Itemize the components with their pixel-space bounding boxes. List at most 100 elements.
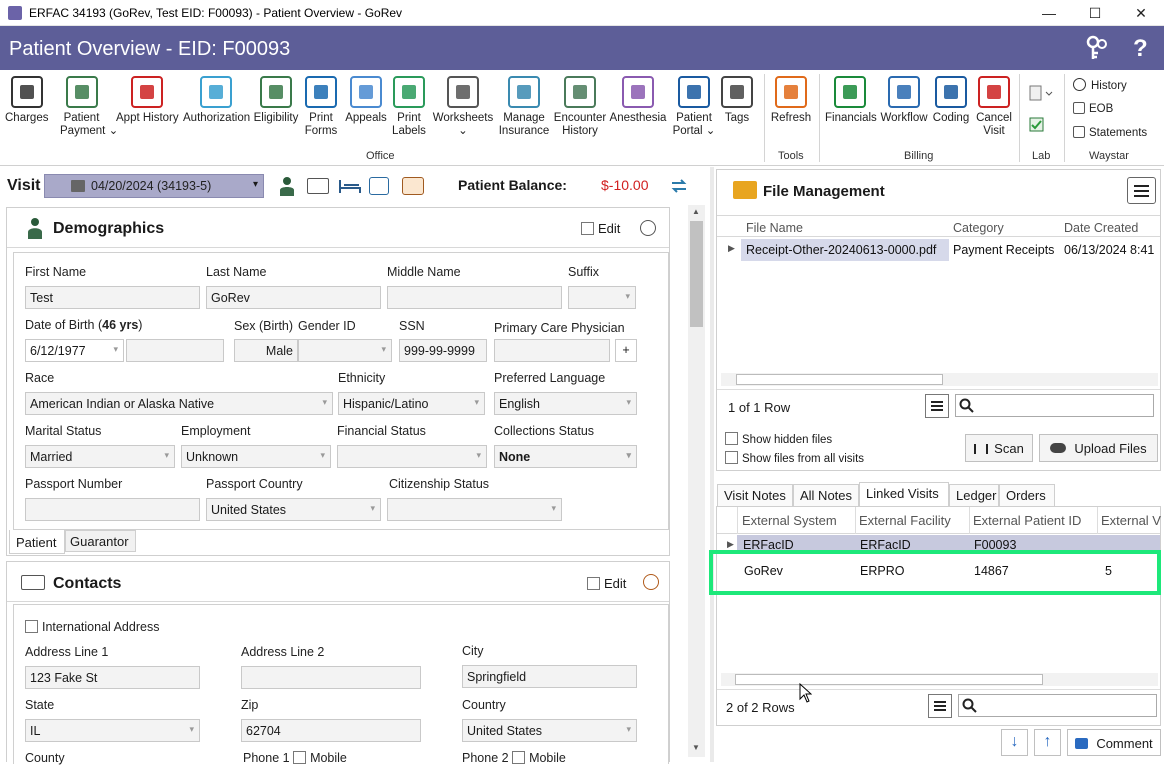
col-external-facility[interactable]: External Facility <box>859 513 951 528</box>
waystar-statements[interactable]: Statements <box>1073 126 1147 139</box>
ribbon-button-print-forms[interactable]: Print Forms <box>301 76 341 138</box>
ethnicity-select[interactable]: Hispanic/Latino <box>338 392 485 415</box>
ribbon-button-tags[interactable]: Tags <box>719 76 755 125</box>
dob-time-stepper[interactable] <box>126 339 224 362</box>
col-date-created[interactable]: Date Created <box>1064 221 1138 235</box>
passport-field[interactable] <box>25 498 200 521</box>
scrollbar-thumb[interactable] <box>690 221 703 327</box>
tab-visit-notes[interactable]: Visit Notes <box>717 484 793 506</box>
help-icon[interactable]: ? <box>1133 35 1148 63</box>
ribbon-button-eligibility[interactable]: Eligibility <box>252 76 300 125</box>
move-down-button[interactable]: ↓ <box>1001 729 1028 756</box>
tab-ledger[interactable]: Ledger <box>949 484 999 506</box>
col-external-system[interactable]: External System <box>742 513 837 528</box>
grid-menu-icon[interactable] <box>925 394 949 418</box>
col-external-patient-id[interactable]: External Patient ID <box>973 513 1081 528</box>
id-card-icon[interactable] <box>307 178 329 194</box>
city-field[interactable]: Springfield <box>462 665 637 688</box>
file-hscroll[interactable] <box>721 373 1158 386</box>
demographics-edit-toggle[interactable]: Edit <box>581 221 620 236</box>
show-all-checkbox[interactable] <box>725 451 738 464</box>
phone2-mobile-checkbox[interactable] <box>512 751 526 764</box>
edit-checkbox[interactable] <box>587 577 600 590</box>
tab-all-notes[interactable]: All Notes <box>793 484 859 506</box>
left-scrollbar[interactable]: ▲ ▼ <box>688 205 705 757</box>
close-button[interactable]: ✕ <box>1118 0 1164 26</box>
pane-splitter[interactable] <box>710 167 714 762</box>
ribbon-button-authorization[interactable]: Authorization <box>183 76 250 125</box>
hamburger-menu-icon[interactable] <box>1127 177 1156 204</box>
dob-field[interactable]: 6/12/1977 <box>25 339 124 362</box>
history-clock-icon[interactable] <box>640 220 656 236</box>
lab-check-icon[interactable] <box>1028 116 1048 134</box>
linked-hscroll[interactable] <box>721 673 1158 686</box>
scan-button[interactable]: Scan <box>965 434 1033 462</box>
ribbon-button-worksheets[interactable]: Worksheets ⌄ <box>432 76 494 138</box>
gender-select[interactable] <box>298 339 392 362</box>
collections-select[interactable]: None <box>494 445 637 468</box>
citizenship-select[interactable] <box>387 498 562 521</box>
comment-button[interactable]: Comment <box>1067 729 1161 756</box>
race-select[interactable]: American Indian or Alaska Native <box>25 392 333 415</box>
phone1-mobile-checkbox[interactable] <box>293 751 307 764</box>
ribbon-button-charges[interactable]: Charges <box>5 76 48 125</box>
ribbon-button-anesthesia[interactable]: Anesthesia <box>609 76 667 125</box>
ribbon-button-patient-portal[interactable]: Patient Portal ⌄ <box>670 76 718 138</box>
file-search-input[interactable] <box>955 394 1154 417</box>
move-up-button[interactable]: ↑ <box>1034 729 1061 756</box>
ribbon-button-patient-payment[interactable]: Patient Payment ⌄ <box>60 76 118 138</box>
sync-icon[interactable] <box>669 176 689 196</box>
upload-files-button[interactable]: Upload Files <box>1039 434 1158 462</box>
ribbon-button-financials[interactable]: Financials <box>825 76 877 125</box>
show-all-visits-toggle[interactable]: Show files from all visits <box>725 451 864 465</box>
ribbon-button-appt-history[interactable]: Appt History <box>116 76 179 125</box>
ribbon-button-manage-insurance[interactable]: Manage Insurance <box>498 76 550 138</box>
pcp-field[interactable] <box>494 339 610 362</box>
contacts-edit-toggle[interactable]: Edit <box>587 576 626 591</box>
linked-search-input[interactable] <box>958 694 1157 717</box>
lab-doc-icon[interactable] <box>1028 84 1054 102</box>
grid-menu-icon[interactable] <box>928 694 952 718</box>
employment-select[interactable]: Unknown <box>181 445 331 468</box>
financial-select[interactable] <box>337 445 487 468</box>
state-select[interactable]: IL <box>25 719 200 742</box>
file-category-cell[interactable]: Payment Receipts <box>953 243 1054 257</box>
ribbon-button-refresh[interactable]: Refresh <box>769 76 813 125</box>
suffix-select[interactable] <box>568 286 636 309</box>
history-clock-icon[interactable] <box>643 574 659 590</box>
expand-row-icon[interactable]: ▶ <box>727 539 734 550</box>
international-checkbox[interactable] <box>25 620 38 633</box>
users-key-icon[interactable] <box>1084 34 1110 69</box>
wallet-icon[interactable] <box>402 177 424 195</box>
tab-orders[interactable]: Orders <box>999 484 1055 506</box>
ribbon-button-workflow[interactable]: Workflow <box>878 76 930 125</box>
language-select[interactable]: English <box>494 392 637 415</box>
show-hidden-toggle[interactable]: Show hidden files <box>725 432 832 446</box>
last-name-field[interactable]: GoRev <box>206 286 381 309</box>
zip-field[interactable]: 62704 <box>241 719 421 742</box>
bed-icon[interactable] <box>339 178 361 194</box>
ssn-field[interactable]: 999-99-9999 <box>399 339 487 362</box>
scrollbar-thumb[interactable] <box>735 674 1043 685</box>
first-name-field[interactable]: Test <box>25 286 200 309</box>
addr2-field[interactable] <box>241 666 421 689</box>
file-name-cell[interactable]: Receipt-Other-20240613-0000.pdf <box>746 243 936 257</box>
file-date-cell[interactable]: 06/13/2024 8:41 <box>1064 243 1154 257</box>
ribbon-button-coding[interactable]: Coding <box>930 76 972 125</box>
country-select[interactable]: United States <box>462 719 637 742</box>
maximize-button[interactable]: ☐ <box>1072 0 1118 26</box>
minimize-button[interactable]: — <box>1026 0 1072 26</box>
middle-name-field[interactable] <box>387 286 562 309</box>
ribbon-button-print-labels[interactable]: Print Labels <box>389 76 429 138</box>
waystar-eob[interactable]: EOB <box>1073 102 1113 115</box>
addr1-field[interactable]: 123 Fake St <box>25 666 200 689</box>
tab-patient[interactable]: Patient <box>9 530 65 554</box>
col-file-name[interactable]: File Name <box>746 221 803 235</box>
sex-select[interactable]: Male <box>234 339 298 362</box>
pcp-add-button[interactable]: + <box>615 339 637 362</box>
person-icon[interactable] <box>279 176 295 196</box>
visit-select[interactable]: 04/20/2024 (34193-5) ▾ <box>44 174 264 198</box>
ribbon-button-encounter-history[interactable]: Encounter History <box>553 76 607 138</box>
waystar-history[interactable]: History <box>1073 78 1127 92</box>
col-external-visit[interactable]: External V <box>1101 513 1161 528</box>
